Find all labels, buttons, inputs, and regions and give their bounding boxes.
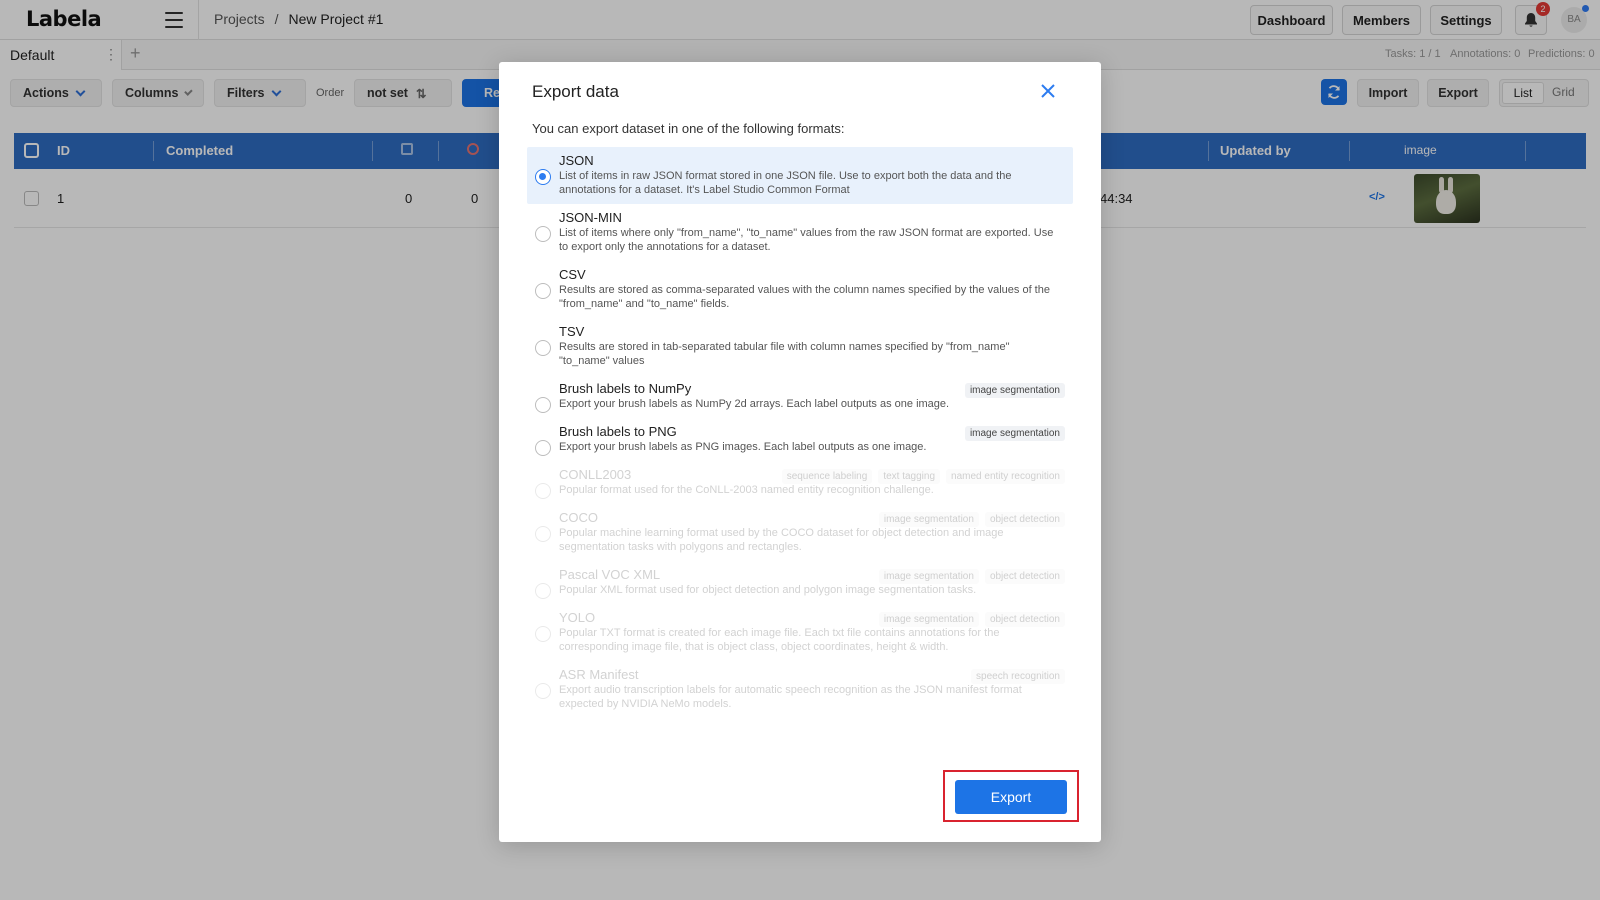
format-tag: sequence labeling — [781, 469, 873, 484]
format-description: Export audio transcription labels for au… — [559, 684, 1022, 710]
format-tag: speech recognition — [971, 669, 1065, 684]
close-icon[interactable] — [1039, 82, 1057, 100]
format-option[interactable]: JSON-MIN List of items where only "from_n… — [527, 204, 1073, 261]
modal-intro-text: You can export dataset in one of the fol… — [532, 121, 845, 136]
format-tag: object detection — [984, 512, 1065, 527]
format-radio[interactable] — [535, 440, 551, 456]
format-description: List of items where only "from_name", "t… — [559, 227, 1054, 253]
format-tags: image segmentation — [964, 383, 1065, 398]
format-option: ASR Manifest Export audio transcription l… — [527, 661, 1073, 718]
format-description: Export your brush labels as NumPy 2d arr… — [559, 398, 950, 410]
export-format-list: JSON List of items in raw JSON format sto… — [527, 147, 1073, 718]
format-radio — [535, 526, 551, 542]
format-radio — [535, 626, 551, 642]
format-title: TSV — [559, 324, 585, 339]
format-description: Popular XML format used for object detec… — [559, 584, 977, 596]
format-radio[interactable] — [535, 283, 551, 299]
format-description: Popular TXT format is created for each i… — [559, 627, 1000, 653]
format-option[interactable]: Brush labels to NumPy Export your brush l… — [527, 375, 1073, 418]
format-description: Results are stored in tab-separated tabu… — [559, 341, 1010, 367]
format-option[interactable]: Brush labels to PNG Export your brush lab… — [527, 418, 1073, 461]
format-radio — [535, 483, 551, 499]
format-tag: image segmentation — [964, 383, 1065, 398]
format-tags: image segmentation object detection — [878, 512, 1065, 527]
format-tags: sequence labeling text tagging named entit… — [781, 469, 1065, 484]
format-title: CSV — [559, 267, 586, 282]
format-tags: image segmentation object detection — [878, 612, 1065, 627]
format-tag: object detection — [984, 569, 1065, 584]
format-tag: named entity recognition — [946, 469, 1065, 484]
format-radio — [535, 583, 551, 599]
format-tag: image segmentation — [878, 569, 979, 584]
format-description: Popular machine learning format used by … — [559, 527, 1004, 553]
format-option: COCO Popular machine learning format used… — [527, 504, 1073, 561]
format-tag: image segmentation — [878, 512, 979, 527]
format-tag: text tagging — [878, 469, 941, 484]
format-tag: image segmentation — [878, 612, 979, 627]
export-data-modal: Export data You can export dataset in on… — [499, 62, 1101, 842]
format-radio — [535, 683, 551, 699]
format-description: Results are stored as comma-separated va… — [559, 284, 1050, 310]
format-radio[interactable] — [535, 226, 551, 242]
modal-title: Export data — [532, 82, 619, 101]
format-option[interactable]: CSV Results are stored as comma-separated… — [527, 261, 1073, 318]
export-button[interactable]: Export — [955, 780, 1067, 814]
format-option[interactable]: JSON List of items in raw JSON format sto… — [527, 147, 1073, 204]
format-tags: image segmentation object detection — [878, 569, 1065, 584]
format-radio[interactable] — [535, 340, 551, 356]
format-title: JSON-MIN — [559, 210, 622, 225]
format-description: Popular format used for the CoNLL-2003 n… — [559, 484, 934, 496]
format-option[interactable]: TSV Results are stored in tab-separated t… — [527, 318, 1073, 375]
format-option: YOLO Popular TXT format is created for ea… — [527, 604, 1073, 661]
format-description: List of items in raw JSON format stored … — [559, 170, 1012, 196]
format-option: Pascal VOC XML Popular XML format used fo… — [527, 561, 1073, 604]
format-title: JSON — [559, 153, 594, 168]
format-tag: object detection — [984, 612, 1065, 627]
format-radio[interactable] — [535, 169, 551, 185]
format-tag: image segmentation — [964, 426, 1065, 441]
format-radio[interactable] — [535, 397, 551, 413]
format-option: CONLL2003 Popular format used for the CoN… — [527, 461, 1073, 504]
format-tags: speech recognition — [971, 669, 1065, 684]
format-tags: image segmentation — [964, 426, 1065, 441]
format-description: Export your brush labels as PNG images. … — [559, 441, 927, 453]
